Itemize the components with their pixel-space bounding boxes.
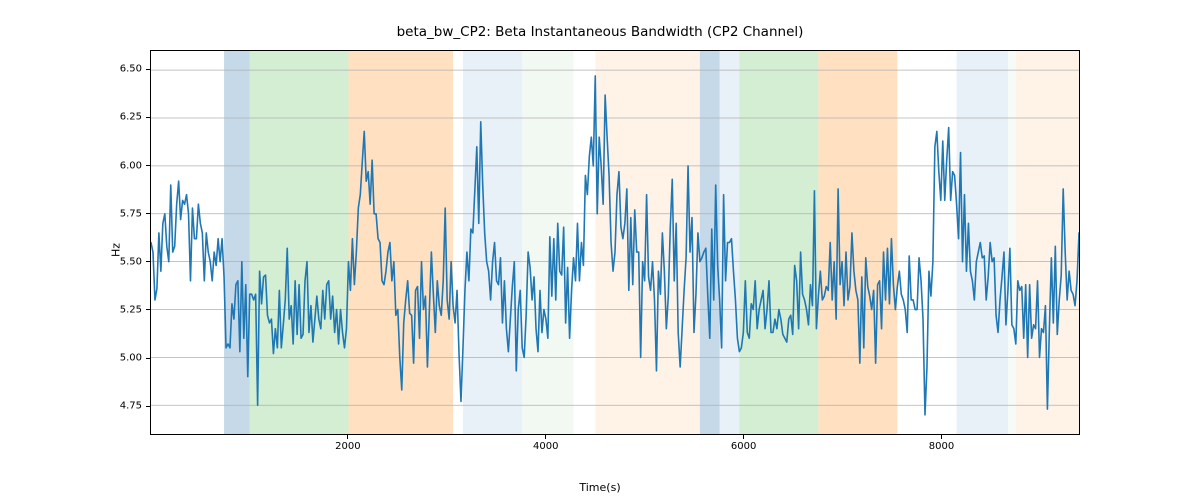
y-tick-label: 5.75 bbox=[120, 208, 142, 219]
chart-title: beta_bw_CP2: Beta Instantaneous Bandwidt… bbox=[0, 24, 1200, 40]
plot-svg bbox=[151, 51, 1079, 434]
y-tick-label: 6.50 bbox=[120, 64, 142, 75]
y-tick-label: 5.50 bbox=[120, 256, 142, 267]
y-tick-label: 4.75 bbox=[120, 401, 142, 412]
axes: 4.755.005.255.505.756.006.256.5020004000… bbox=[150, 50, 1080, 435]
y-axis-label: Hz bbox=[110, 243, 123, 257]
x-tick-label: 6000 bbox=[731, 441, 756, 452]
plot-area bbox=[150, 50, 1080, 435]
x-tick-label: 8000 bbox=[929, 441, 954, 452]
y-tick-label: 5.25 bbox=[120, 304, 142, 315]
figure: beta_bw_CP2: Beta Instantaneous Bandwidt… bbox=[0, 0, 1200, 500]
x-tick-label: 2000 bbox=[335, 441, 360, 452]
y-tick-label: 5.00 bbox=[120, 353, 142, 364]
x-axis-label: Time(s) bbox=[0, 481, 1200, 494]
y-tick-label: 6.25 bbox=[120, 112, 142, 123]
x-tick-label: 4000 bbox=[533, 441, 558, 452]
y-tick-label: 6.00 bbox=[120, 160, 142, 171]
